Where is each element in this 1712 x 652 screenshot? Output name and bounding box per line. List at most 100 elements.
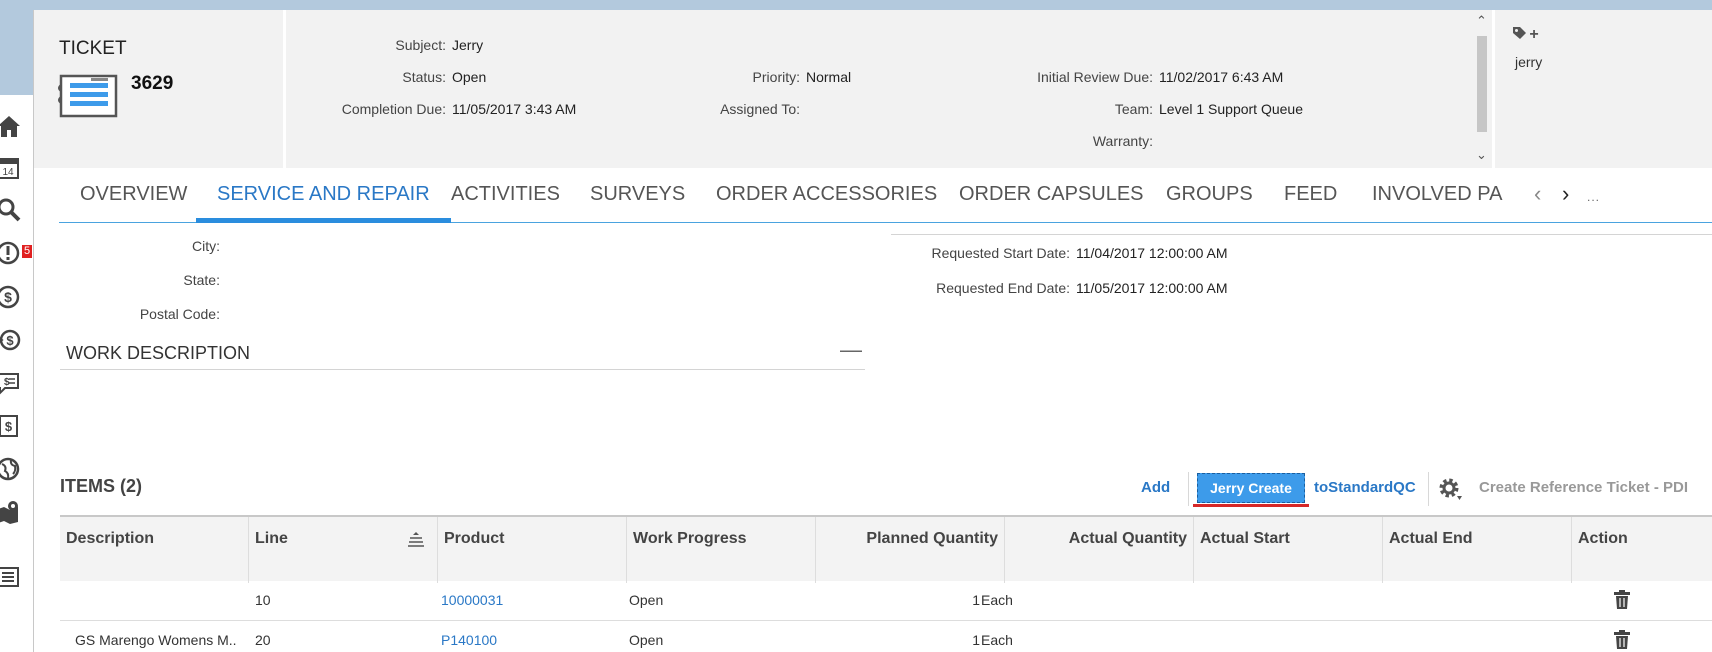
column-actual-end[interactable]: Actual End xyxy=(1383,517,1572,583)
column-planned-quantity[interactable]: Planned Quantity xyxy=(816,517,1005,583)
tag-area: + jerry xyxy=(1492,10,1712,168)
initial-review-due-label: Initial Review Due: xyxy=(1037,69,1153,85)
column-actual-quantity[interactable]: Actual Quantity xyxy=(1005,517,1194,583)
tab-involved-parties[interactable]: INVOLVED PA xyxy=(1351,183,1521,223)
row-planned-quantity: 1 xyxy=(972,592,980,608)
work-description-title: WORK DESCRIPTION xyxy=(66,343,251,363)
items-title: ITEMS (2) xyxy=(60,476,143,496)
delete-row-icon[interactable] xyxy=(1613,630,1631,650)
map-pin-icon[interactable] xyxy=(0,499,22,525)
subject-value: Jerry xyxy=(452,37,484,53)
status-value: Open xyxy=(452,69,487,85)
column-work-progress[interactable]: Work Progress xyxy=(627,517,816,583)
left-nav-rail: 14 5 $ $ $ $ xyxy=(0,0,33,652)
row-line: 20 xyxy=(255,632,271,648)
completion-due-value: 11/05/2017 3:43 AM xyxy=(452,101,577,117)
delete-row-icon[interactable] xyxy=(1613,590,1631,610)
add-button[interactable]: Add xyxy=(1141,479,1170,496)
dollar-icon[interactable]: $ xyxy=(0,284,22,310)
to-standard-qc-button[interactable]: toStandardQC xyxy=(1314,479,1416,496)
requested-start-label: Requested Start Date: xyxy=(931,245,1070,261)
team-label: Team: xyxy=(1114,101,1153,117)
exchange-dollar-icon[interactable]: $ xyxy=(0,327,22,353)
column-line[interactable]: Line xyxy=(249,517,438,583)
row-product-link[interactable]: 10000031 xyxy=(441,592,503,608)
completion-due-label: Completion Due: xyxy=(341,101,446,117)
highlight-underline xyxy=(1193,504,1309,507)
create-reference-ticket-button[interactable]: Create Reference Ticket - PDI xyxy=(1479,479,1688,496)
toolbar-divider xyxy=(1188,472,1189,506)
ticket-panel: TICKET 3629 Subject: Jerry Status: Open … xyxy=(33,10,1712,652)
column-product[interactable]: Product xyxy=(438,517,627,583)
priority-value: Normal xyxy=(806,69,852,85)
priority-label: Priority: xyxy=(752,69,800,85)
tab-bar: OVERVIEW SERVICE AND REPAIR ACTIVITIES S… xyxy=(59,173,1712,223)
tag-jerry[interactable]: jerry xyxy=(1515,54,1542,70)
column-actual-start[interactable]: Actual Start xyxy=(1194,517,1383,583)
state-label: State: xyxy=(183,272,220,288)
collapse-icon[interactable]: — xyxy=(840,337,862,363)
row-line: 10 xyxy=(255,592,271,608)
row-product-link[interactable]: P140100 xyxy=(441,632,497,648)
svg-text:$: $ xyxy=(6,333,14,348)
row-planned-unit: Each xyxy=(981,592,1013,608)
status-label: Status: xyxy=(402,69,446,85)
svg-text:14: 14 xyxy=(2,167,14,178)
ticket-label: TICKET xyxy=(59,38,127,59)
right-section-divider xyxy=(891,234,1712,235)
scroll-up-icon[interactable]: ⌃ xyxy=(1476,14,1487,27)
alert-icon[interactable] xyxy=(0,240,22,266)
add-tag-icon[interactable]: + xyxy=(1512,25,1542,43)
requested-end-value: 11/05/2017 12:00:00 AM xyxy=(1076,280,1228,296)
tab-prev-icon[interactable]: ‹ xyxy=(1534,181,1541,207)
alert-count-badge: 5 xyxy=(22,245,33,258)
document-dollar-icon[interactable]: $ xyxy=(0,413,22,439)
ticket-number: 3629 xyxy=(131,73,174,94)
postal-code-label: Postal Code: xyxy=(139,306,220,322)
tab-surveys[interactable]: SURVEYS xyxy=(569,183,706,223)
tab-feed[interactable]: FEED xyxy=(1263,183,1358,223)
tab-order-capsules[interactable]: ORDER CAPSULES xyxy=(938,183,1165,223)
svg-text:$: $ xyxy=(4,289,12,305)
toolbar-divider xyxy=(1428,472,1429,506)
search-icon[interactable] xyxy=(0,197,22,223)
globe-icon[interactable] xyxy=(0,456,22,482)
assigned-to-label: Assigned To: xyxy=(720,101,800,117)
table-row[interactable]: 10 10000031 Open 1 Each xyxy=(60,581,1712,621)
tab-more-icon[interactable]: ... xyxy=(1587,190,1600,204)
tab-groups[interactable]: GROUPS xyxy=(1145,183,1274,223)
table-row[interactable]: GS Marengo Womens M.. 20 P140100 Open 1 … xyxy=(60,621,1712,652)
subject-label: Subject: xyxy=(395,37,446,53)
rail-top-area xyxy=(0,0,33,95)
team-value: Level 1 Support Queue xyxy=(1159,101,1303,117)
tab-service-and-repair[interactable]: SERVICE AND REPAIR xyxy=(196,183,451,223)
ticket-header: TICKET 3629 Subject: Jerry Status: Open … xyxy=(34,10,1712,168)
row-work-progress: Open xyxy=(629,632,664,648)
scroll-thumb[interactable] xyxy=(1477,36,1487,132)
tab-order-accessories[interactable]: ORDER ACCESSORIES xyxy=(695,183,958,223)
scroll-down-icon[interactable]: ⌄ xyxy=(1476,148,1487,161)
tab-overview[interactable]: OVERVIEW xyxy=(59,183,208,223)
list-icon[interactable] xyxy=(0,564,22,590)
city-label: City: xyxy=(192,238,220,254)
ticket-icon xyxy=(57,73,119,119)
gear-icon[interactable] xyxy=(1437,476,1463,502)
items-grid: Description Line Product Work Progress P… xyxy=(60,515,1712,652)
grid-header: Description Line Product Work Progress P… xyxy=(60,515,1712,583)
home-icon[interactable] xyxy=(0,113,22,139)
column-action[interactable]: Action xyxy=(1572,517,1712,583)
column-line-label: Line xyxy=(255,530,288,547)
calendar-icon[interactable]: 14 xyxy=(0,155,22,181)
ticket-identity: TICKET 3629 xyxy=(34,10,286,168)
chat-dollar-icon[interactable]: $ xyxy=(0,370,22,396)
row-description: GS Marengo Womens M.. xyxy=(75,632,237,648)
requested-start-value: 11/04/2017 12:00:00 AM xyxy=(1076,245,1228,261)
sort-icon[interactable] xyxy=(407,531,425,547)
tab-activities[interactable]: ACTIVITIES xyxy=(430,183,581,223)
column-description[interactable]: Description xyxy=(60,517,249,583)
tab-next-icon[interactable]: › xyxy=(1562,181,1569,207)
row-work-progress: Open xyxy=(629,592,664,608)
header-scrollbar[interactable]: ⌃ ⌄ xyxy=(1474,14,1492,164)
svg-text:+: + xyxy=(1529,26,1538,43)
jerry-create-button[interactable]: Jerry Create xyxy=(1197,473,1305,503)
